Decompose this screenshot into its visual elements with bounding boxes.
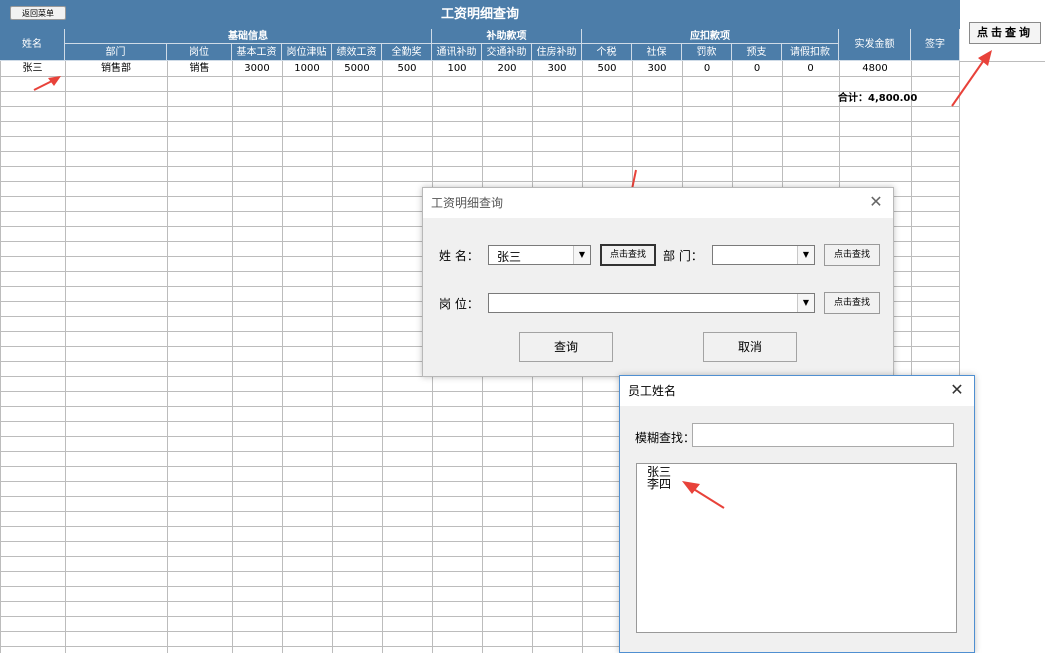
- query-button[interactable]: 点击查询: [969, 22, 1041, 44]
- salary-query-dialog-title: 工资明细查询: [423, 188, 893, 218]
- fuzzy-search-label: 模糊查找：: [635, 431, 696, 445]
- row-base-salary[interactable]: 3000: [232, 61, 282, 76]
- grid-column-line: [0, 61, 1, 653]
- header-col-fine: 罚款: [682, 44, 732, 61]
- chevron-down-icon[interactable]: ▼: [573, 246, 590, 264]
- department-select[interactable]: ▼: [712, 245, 815, 265]
- list-item[interactable]: 张三: [647, 466, 956, 478]
- chevron-down-icon[interactable]: ▼: [797, 294, 814, 312]
- row-name[interactable]: 张三: [0, 61, 65, 76]
- row-social-security[interactable]: 300: [632, 61, 682, 76]
- row-net-pay[interactable]: 4800: [839, 61, 911, 76]
- grid-row-line: [0, 121, 960, 122]
- cancel-button[interactable]: 取消: [703, 332, 797, 362]
- name-select[interactable]: 张三 ▼: [488, 245, 591, 265]
- find-position-button[interactable]: 点击查找: [824, 292, 880, 314]
- department-label: 部 门：: [663, 249, 703, 263]
- header-col-attendance-bonus: 全勤奖: [382, 44, 432, 61]
- row-department[interactable]: 销售部: [65, 61, 167, 76]
- header-col-comm-subsidy: 通讯补助: [432, 44, 482, 61]
- grid-row-line: [0, 166, 960, 167]
- employee-list[interactable]: 张三 李四: [636, 463, 957, 633]
- fuzzy-search-input[interactable]: [692, 423, 954, 447]
- header-name: 姓名: [0, 29, 65, 61]
- close-icon[interactable]: ✕: [948, 381, 966, 399]
- header-col-advance: 预支: [732, 44, 782, 61]
- grid-row-line: [0, 151, 960, 152]
- header-col-social-security: 社保: [632, 44, 682, 61]
- grid-column-line: [167, 61, 168, 653]
- row-performance[interactable]: 5000: [332, 61, 382, 76]
- total-amount: 合计：4,800.00: [838, 93, 918, 104]
- row-attendance-bonus[interactable]: 500: [382, 61, 432, 76]
- close-icon[interactable]: ✕: [867, 193, 885, 211]
- row-fine[interactable]: 0: [682, 61, 732, 76]
- header-col-transport-subsidy: 交通补助: [482, 44, 532, 61]
- grid-column-line: [232, 61, 233, 653]
- header-col-base-salary: 基本工资: [232, 44, 282, 61]
- row-housing-subsidy[interactable]: 300: [532, 61, 582, 76]
- header-group-deduction: 应扣款项: [582, 29, 839, 44]
- position-select[interactable]: ▼: [488, 293, 815, 313]
- grid-row-line: [0, 136, 960, 137]
- row-income-tax[interactable]: 500: [582, 61, 632, 76]
- employee-name-dialog: 员工姓名 ✕ 模糊查找： 张三 李四: [619, 375, 975, 653]
- employee-name-dialog-title: 员工姓名: [620, 376, 974, 406]
- row-comm-subsidy[interactable]: 100: [432, 61, 482, 76]
- header-col-income-tax: 个税: [582, 44, 632, 61]
- name-label: 姓 名：: [439, 249, 479, 263]
- grid-row-line: [0, 91, 960, 92]
- header-net-pay: 实发金额: [839, 29, 911, 61]
- grid-right-edge: [960, 61, 1045, 62]
- header-col-department: 部门: [65, 44, 167, 61]
- find-department-button[interactable]: 点击查找: [824, 244, 880, 266]
- header-col-position: 岗位: [167, 44, 232, 61]
- grid-column-line: [382, 61, 383, 653]
- grid-row-line: [0, 181, 960, 182]
- submit-query-button[interactable]: 查询: [519, 332, 613, 362]
- grid-row-line: [0, 76, 960, 77]
- sheet-title: 工资明细查询: [440, 7, 519, 22]
- salary-query-dialog: 工资明细查询 ✕ 姓 名： 张三 ▼ 点击查找 部 门： ▼ 点击查找 岗 位：…: [422, 187, 894, 377]
- header-col-post-allowance: 岗位津贴: [282, 44, 332, 61]
- grid-column-line: [282, 61, 283, 653]
- row-leave-deduction[interactable]: 0: [782, 61, 839, 76]
- header-signature: 签字: [911, 29, 960, 61]
- find-name-button[interactable]: 点击查找: [600, 244, 656, 266]
- sheet-title-bar: 工资明细查询 返回菜单: [0, 0, 960, 29]
- grid-row-line: [0, 106, 960, 107]
- grid-column-line: [65, 61, 66, 653]
- row-advance[interactable]: 0: [732, 61, 782, 76]
- grid-column-line: [332, 61, 333, 653]
- header-group-subsidy: 补助款项: [432, 29, 582, 44]
- chevron-down-icon[interactable]: ▼: [797, 246, 814, 264]
- row-transport-subsidy[interactable]: 200: [482, 61, 532, 76]
- list-item[interactable]: 李四: [647, 478, 956, 490]
- header-group-basic: 基础信息: [65, 29, 432, 44]
- row-post-allowance[interactable]: 1000: [282, 61, 332, 76]
- position-label: 岗 位：: [439, 297, 479, 311]
- name-select-value: 张三: [497, 250, 522, 264]
- back-to-menu-button[interactable]: 返回菜单: [10, 6, 66, 20]
- row-position[interactable]: 销售: [167, 61, 232, 76]
- header-col-leave-deduction: 请假扣款: [782, 44, 839, 61]
- header-col-housing-subsidy: 住房补助: [532, 44, 582, 61]
- header-col-performance: 绩效工资: [332, 44, 382, 61]
